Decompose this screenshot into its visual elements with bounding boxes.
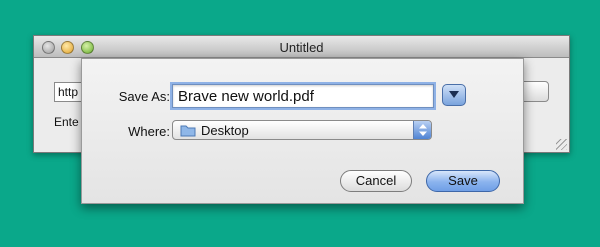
cancel-button[interactable]: Cancel bbox=[340, 170, 412, 192]
resize-grip[interactable] bbox=[556, 139, 567, 150]
enter-label: Ente bbox=[54, 115, 79, 129]
save-button[interactable]: Save bbox=[426, 170, 500, 192]
where-popup[interactable]: Desktop bbox=[172, 120, 432, 140]
window-title: Untitled bbox=[279, 40, 324, 55]
save-as-label: Save As: bbox=[118, 89, 170, 104]
save-sheet: Save As: Where: Desktop Cancel Save bbox=[81, 58, 524, 204]
up-down-arrows-icon bbox=[413, 121, 431, 139]
file-name-input[interactable] bbox=[172, 84, 434, 108]
expand-button[interactable] bbox=[442, 84, 466, 106]
where-value: Desktop bbox=[201, 123, 249, 138]
where-label: Where: bbox=[128, 124, 170, 139]
title-bar[interactable]: Untitled bbox=[34, 36, 569, 58]
folder-icon bbox=[180, 125, 196, 137]
disclosure-triangle-icon bbox=[449, 91, 459, 98]
